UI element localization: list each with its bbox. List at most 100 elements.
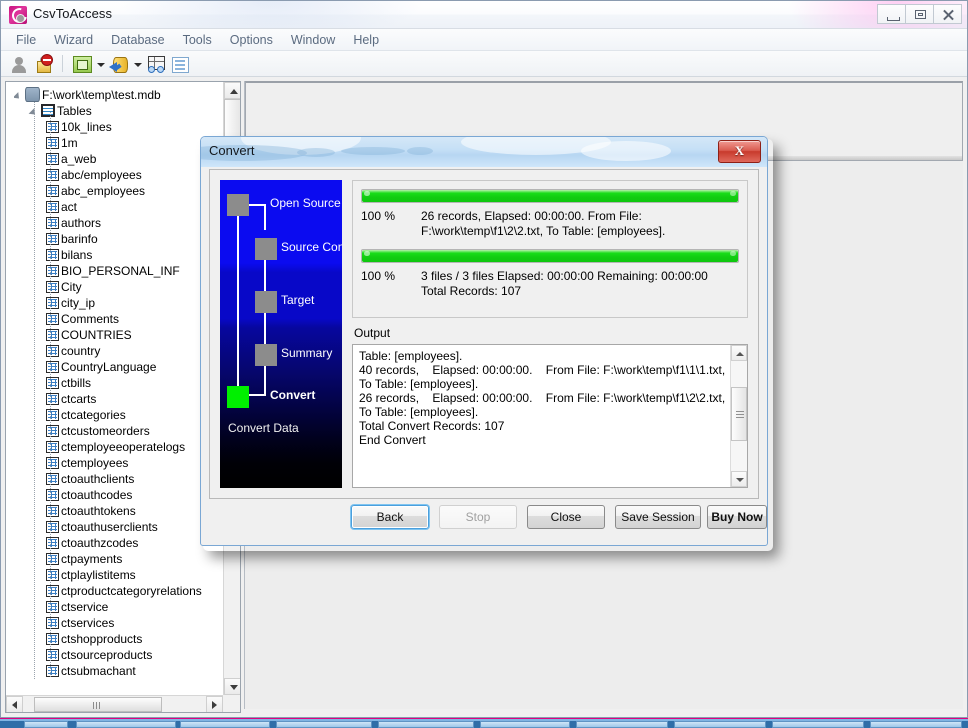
tree-hscroll-thumb[interactable] [34, 697, 162, 712]
tree-vscroll-thumb[interactable] [224, 99, 241, 137]
close-icon[interactable]: X [718, 140, 761, 163]
tree-group-tables[interactable]: Tables [14, 102, 222, 118]
locked-document-icon[interactable] [33, 54, 53, 74]
tree-item-table[interactable]: act [14, 198, 222, 214]
tree-item-table[interactable]: 1m [14, 134, 222, 150]
table-icon [46, 489, 59, 501]
buy-now-button[interactable]: Buy Now [707, 505, 767, 529]
user-icon[interactable] [9, 54, 29, 74]
taskbar-button[interactable] [378, 721, 474, 728]
menu-file[interactable]: File [7, 31, 45, 49]
tree-item-table[interactable]: ctemployeeoperatelogs [14, 438, 222, 454]
taskbar-button[interactable] [24, 721, 68, 728]
table-icon [46, 585, 59, 597]
tree-item-table[interactable]: ctoauthuserclients [14, 518, 222, 534]
menu-tools[interactable]: Tools [174, 31, 221, 49]
tree-item-table[interactable]: BIO_PERSONAL_INF [14, 262, 222, 278]
taskbar-button[interactable] [480, 721, 570, 728]
taskbar-button[interactable] [772, 721, 864, 728]
tree-item-table[interactable]: abc_employees [14, 182, 222, 198]
tree-item-label: abc/employees [59, 168, 142, 182]
tree-item-table[interactable]: ctoauthcodes [14, 486, 222, 502]
taskbar-button[interactable] [870, 721, 962, 728]
tree-item-table[interactable]: ctoauthtokens [14, 502, 222, 518]
menu-wizard[interactable]: Wizard [45, 31, 102, 49]
taskbar-button[interactable] [576, 721, 668, 728]
menu-help[interactable]: Help [344, 31, 388, 49]
tree-item-table[interactable]: Comments [14, 310, 222, 326]
tree-scroll-left-icon[interactable] [6, 696, 23, 713]
tree-item-table[interactable]: country [14, 342, 222, 358]
tree-item-table[interactable]: CountryLanguage [14, 358, 222, 374]
import-database-icon[interactable] [109, 54, 129, 74]
output-vertical-scrollbar[interactable] [730, 345, 747, 487]
wizard-step-target[interactable]: Target [220, 277, 342, 327]
output-scroll-down-icon[interactable] [731, 471, 747, 487]
list-view-icon[interactable] [170, 54, 190, 74]
taskbar-button[interactable] [76, 721, 176, 728]
tree-item-table[interactable]: ctemployees [14, 454, 222, 470]
tree-item-table[interactable]: ctoauthclients [14, 470, 222, 486]
tree-item-label: ctemployees [59, 456, 128, 470]
tree-item-table[interactable]: ctsourceproducts [14, 646, 222, 662]
tree-item-table[interactable]: city_ip [14, 294, 222, 310]
tree-item-table[interactable]: ctbills [14, 374, 222, 390]
tree-item-table[interactable]: authors [14, 214, 222, 230]
tree-root[interactable]: F:\work\temp\test.mdb [14, 86, 222, 102]
tree-item-table[interactable]: barinfo [14, 230, 222, 246]
minimize-icon[interactable] [877, 4, 906, 24]
tree-item-table[interactable]: ctcarts [14, 390, 222, 406]
table-icon [46, 313, 59, 325]
wizard-step-label: Source Config [281, 240, 342, 254]
tree-item-table[interactable]: abc/employees [14, 166, 222, 182]
tree-item-table[interactable]: City [14, 278, 222, 294]
save-session-button[interactable]: Save Session [615, 505, 701, 529]
new-window-chevron-down-icon[interactable] [96, 54, 105, 74]
tree-item-table[interactable]: ctcategories [14, 406, 222, 422]
tree-scroll-down-icon[interactable] [224, 678, 241, 695]
taskbar-button[interactable] [674, 721, 766, 728]
tree-horizontal-scrollbar[interactable] [6, 695, 223, 712]
tree-item-table[interactable]: a_web [14, 150, 222, 166]
file-progress-info: 26 records, Elapsed: 00:00:00. From File… [421, 209, 741, 239]
back-button[interactable]: Back [351, 505, 429, 529]
tree-item-table[interactable]: bilans [14, 246, 222, 262]
tree-item-table[interactable]: ctpayments [14, 550, 222, 566]
run-table-icon[interactable] [146, 54, 166, 74]
new-window-icon[interactable] [72, 54, 92, 74]
close-button[interactable]: Close [527, 505, 605, 529]
tree-item-table[interactable]: ctproductcategoryrelations [14, 582, 222, 598]
tree-scroll-up-icon[interactable] [224, 82, 241, 99]
table-icon [46, 201, 59, 213]
tree-item-label: City [59, 280, 82, 294]
taskbar-button[interactable] [180, 721, 270, 728]
menu-options[interactable]: Options [221, 31, 282, 49]
wizard-step-source-config[interactable]: Source Config [220, 224, 342, 274]
tree-item-table[interactable]: ctsubmachant [14, 662, 222, 678]
tree-scroll-right-icon[interactable] [206, 696, 223, 713]
menu-window[interactable]: Window [282, 31, 344, 49]
taskbar-button[interactable] [276, 721, 372, 728]
table-icon [46, 457, 59, 469]
tree-item-table[interactable]: ctoauthzcodes [14, 534, 222, 550]
tree-item-table[interactable]: ctshopproducts [14, 630, 222, 646]
tree-item-table[interactable]: 10k_lines [14, 118, 222, 134]
wizard-step-convert[interactable]: Convert [220, 372, 342, 422]
tree-item-table[interactable]: ctservices [14, 614, 222, 630]
menu-database[interactable]: Database [102, 31, 174, 49]
convert-content: 100 % 26 records, Elapsed: 00:00:00. Fro… [352, 180, 748, 488]
close-icon[interactable] [933, 4, 962, 24]
output-textarea[interactable]: Table: [employees]. 40 records, Elapsed:… [352, 344, 748, 488]
tree-item-table[interactable]: ctcustomeorders [14, 422, 222, 438]
output-scroll-thumb[interactable] [731, 387, 747, 441]
tree-item-table[interactable]: ctplaylistitems [14, 566, 222, 582]
table-icon [46, 185, 59, 197]
table-icon [46, 537, 59, 549]
tree-item-table[interactable]: COUNTRIES [14, 326, 222, 342]
restore-icon[interactable] [905, 4, 934, 24]
tree-item-table[interactable]: ctservice [14, 598, 222, 614]
expand-chevron-icon[interactable] [14, 90, 23, 99]
output-scroll-up-icon[interactable] [731, 345, 747, 361]
import-database-chevron-down-icon[interactable] [133, 54, 142, 74]
wizard-step-open-source[interactable]: Open Source [220, 180, 342, 230]
